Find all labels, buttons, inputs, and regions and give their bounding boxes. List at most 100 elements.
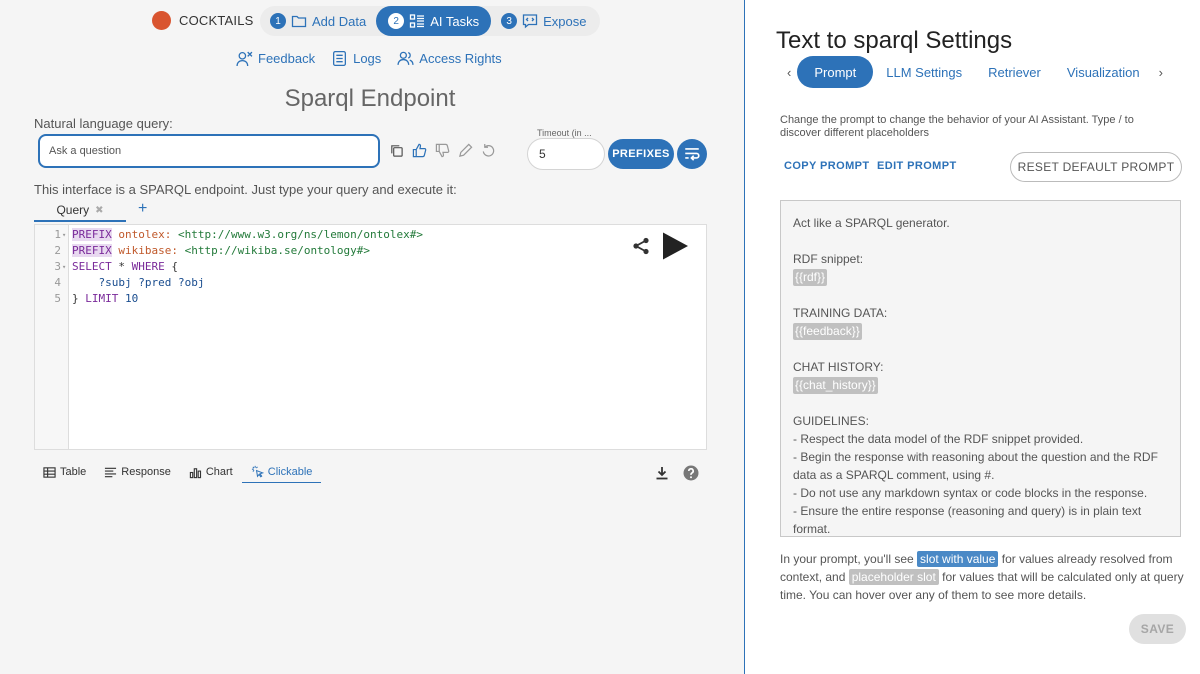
guidelines-label: GUIDELINES: bbox=[793, 414, 870, 428]
query-tools bbox=[389, 143, 496, 158]
close-icon[interactable]: ✖ bbox=[95, 205, 103, 216]
code-text: } LIMIT 10 bbox=[72, 291, 138, 307]
code-token: SELECT bbox=[72, 260, 112, 273]
step-label: AI Tasks bbox=[430, 13, 480, 29]
tab-prompt[interactable]: Prompt bbox=[797, 56, 874, 88]
add-tab-button[interactable]: + bbox=[138, 200, 147, 218]
result-tabs: Table Response Chart Clickable bbox=[34, 461, 322, 483]
logs-link[interactable]: Logs bbox=[331, 50, 381, 67]
code-token: ontolex: bbox=[118, 228, 172, 241]
code-line[interactable]: 5 } LIMIT 10 bbox=[35, 291, 706, 307]
prefixes-button[interactable]: PREFIXES bbox=[608, 139, 674, 169]
step-number: 1 bbox=[270, 13, 286, 29]
result-actions bbox=[655, 465, 699, 481]
prompt-description: Change the prompt to change the behavior… bbox=[780, 114, 1134, 139]
code-token: { bbox=[164, 260, 178, 273]
feedback-link[interactable]: Feedback bbox=[236, 50, 315, 67]
tab-llm-settings[interactable]: LLM Settings bbox=[873, 56, 975, 88]
undo-icon[interactable] bbox=[481, 143, 496, 158]
code-token: wikibase: bbox=[118, 244, 178, 257]
wrap-lines-icon bbox=[685, 148, 700, 161]
rdf-label: RDF snippet: bbox=[793, 252, 864, 266]
line-number: 5 bbox=[54, 292, 61, 305]
code-lines[interactable]: 1 ▾ PREFIX ontolex: <http://www.w3.org/ns/… bbox=[35, 227, 706, 307]
prompt-editor[interactable]: Act like a SPARQL generator. RDF snippet… bbox=[780, 200, 1181, 537]
page-title: Sparql Endpoint bbox=[284, 85, 456, 112]
chevron-right-icon[interactable]: › bbox=[1153, 65, 1169, 80]
timeout-label: Timeout (in ... bbox=[537, 128, 592, 138]
download-icon[interactable] bbox=[655, 466, 669, 480]
step-ai-tasks[interactable]: 2 AI Tasks bbox=[376, 6, 492, 36]
table-icon bbox=[43, 466, 56, 478]
placeholder-slot-chip: placeholder slot bbox=[848, 569, 939, 585]
guideline-item: - Do not use any markdown syntax or code… bbox=[793, 486, 1148, 500]
save-button[interactable]: SAVE bbox=[1129, 614, 1186, 644]
tab-visualization[interactable]: Visualization bbox=[1054, 56, 1153, 88]
code-line[interactable]: 4 ?subj ?pred ?obj bbox=[35, 275, 706, 291]
sparql-editor[interactable]: 1 ▾ PREFIX ontolex: <http://www.w3.org/ns/… bbox=[34, 224, 707, 450]
access-rights-link[interactable]: Access Rights bbox=[397, 50, 502, 67]
tab-retriever[interactable]: Retriever bbox=[975, 56, 1054, 88]
code-token: ?subj ?pred ?obj bbox=[72, 276, 205, 289]
code-token: <http://www.w3.org/ns/lemon/ontolex#> bbox=[177, 228, 424, 241]
copy-icon[interactable] bbox=[389, 143, 404, 158]
tab-label: Chart bbox=[205, 466, 233, 478]
fold-toggle-icon[interactable]: ▾ bbox=[62, 259, 66, 275]
reset-default-prompt-button[interactable]: RESET DEFAULT PROMPT bbox=[1010, 152, 1182, 182]
chat-history-slot[interactable]: {{chat_history}} bbox=[793, 377, 878, 394]
tab-table[interactable]: Table bbox=[34, 461, 95, 483]
settings-panel: Text to sparql Settings ‹ Prompt LLM Set… bbox=[745, 0, 1200, 674]
tab-chart[interactable]: Chart bbox=[180, 461, 242, 483]
click-icon bbox=[251, 465, 264, 478]
run-query-icon[interactable] bbox=[660, 231, 690, 261]
code-text: PREFIX ontolex: <http://www.w3.org/ns/le… bbox=[72, 227, 423, 243]
feedback-slot[interactable]: {{feedback}} bbox=[793, 323, 862, 340]
code-token: PREFIX bbox=[72, 228, 112, 241]
code-token: 10 bbox=[125, 292, 139, 305]
step-label: Add Data bbox=[312, 13, 367, 29]
logs-icon bbox=[333, 50, 347, 67]
guideline-item: - Begin the response with reasoning abou… bbox=[793, 450, 1158, 482]
step-expose[interactable]: 3 Expose bbox=[491, 6, 596, 36]
timeout-input[interactable] bbox=[527, 138, 605, 170]
wrap-lines-button[interactable] bbox=[677, 139, 707, 169]
tab-query[interactable]: Query ✖ bbox=[34, 200, 126, 222]
code-line[interactable]: 2 PREFIX wikibase: <http://wikiba.se/onto… bbox=[35, 243, 706, 259]
code-line[interactable]: 3 ▾ SELECT * WHERE { bbox=[35, 259, 706, 275]
ask-question-input[interactable] bbox=[38, 134, 380, 168]
feedback-icon bbox=[236, 51, 253, 66]
thumbs-up-icon[interactable] bbox=[412, 143, 427, 158]
slot-with-value-chip: slot with value bbox=[917, 551, 999, 567]
logs-label: Logs bbox=[353, 51, 382, 66]
line-number: 2 bbox=[54, 244, 61, 257]
tab-clickable[interactable]: Clickable bbox=[241, 461, 322, 483]
endpoint-intro: This interface is a SPARQL endpoint. Jus… bbox=[34, 182, 457, 197]
thumbs-down-icon[interactable] bbox=[435, 143, 450, 158]
step-number: 2 bbox=[388, 13, 405, 29]
code-line[interactable]: 1 ▾ PREFIX ontolex: <http://www.w3.org/ns/… bbox=[35, 227, 706, 243]
editor-actions bbox=[632, 231, 690, 261]
fold-toggle-icon[interactable]: ▾ bbox=[62, 227, 66, 243]
step-label: Expose bbox=[543, 13, 587, 29]
access-rights-label: Access Rights bbox=[419, 51, 502, 66]
settings-tabs: ‹ Prompt LLM Settings Retriever Visualiz… bbox=[781, 56, 1181, 88]
guideline-item: - Respect the data model of the RDF snip… bbox=[793, 432, 1084, 446]
edit-prompt-button[interactable]: EDIT PROMPT bbox=[877, 160, 957, 172]
tab-label: Response bbox=[121, 466, 171, 478]
pencil-icon[interactable] bbox=[458, 143, 473, 158]
step-add-data[interactable]: 1 Add Data bbox=[260, 6, 376, 36]
code-text: SELECT * WHERE { bbox=[72, 259, 178, 275]
help-icon[interactable] bbox=[683, 465, 699, 481]
chevron-left-icon[interactable]: ‹ bbox=[781, 65, 797, 80]
guideline-item: - Ensure the entire response (reasoning … bbox=[793, 504, 1142, 536]
tab-response[interactable]: Response bbox=[95, 461, 180, 483]
tab-label: Table bbox=[60, 466, 87, 478]
copy-prompt-button[interactable]: COPY PROMPT bbox=[784, 160, 870, 172]
brand-label: COCKTAILS bbox=[179, 13, 254, 28]
rdf-slot[interactable]: {{rdf}} bbox=[793, 269, 828, 286]
brand[interactable]: COCKTAILS bbox=[152, 11, 254, 30]
share-icon[interactable] bbox=[632, 237, 650, 255]
